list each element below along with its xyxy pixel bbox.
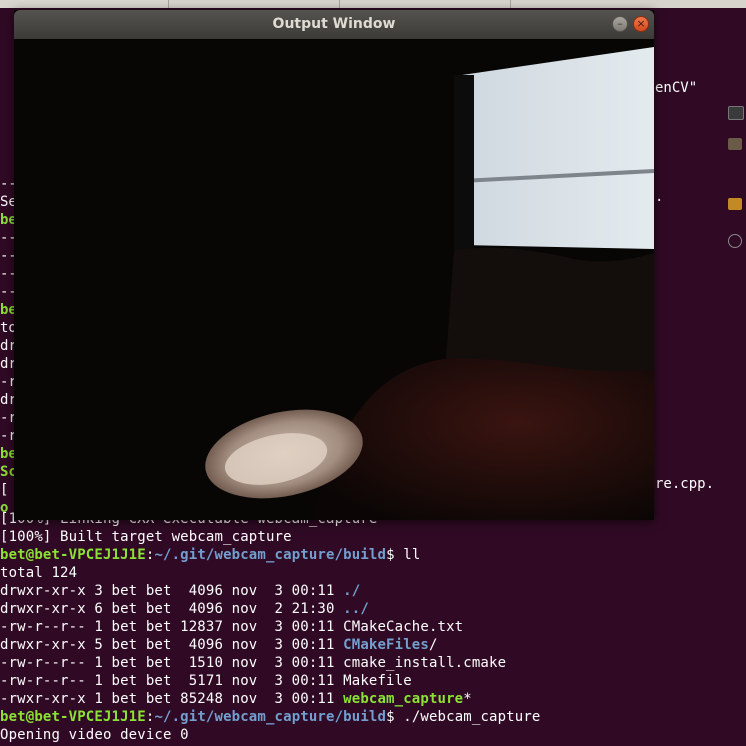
prompt-user: bet@bet-VPCEJ1J1E	[0, 709, 146, 725]
listing-meta: -rw-r--r-- 1 bet bet 5171 nov 3 00:11	[0, 673, 344, 689]
background-tab[interactable]	[340, 0, 511, 8]
close-icon: ×	[636, 17, 646, 30]
listing-suffix: *	[463, 691, 472, 707]
listing-name: ./	[343, 583, 361, 599]
listing-row: -rwxr-xr-x 1 bet bet 85248 nov 3 00:11 w…	[0, 690, 472, 708]
terminal-partial-text: [	[0, 482, 9, 498]
listing-meta: -rw-r--r-- 1 bet bet 12837 nov 3 00:11	[0, 619, 344, 635]
terminal-partial-text: .	[655, 189, 664, 205]
listing-name: cmake_install.cmake	[343, 655, 507, 671]
prompt-command: $ ./webcam_capture	[386, 709, 541, 725]
disc-icon[interactable]	[728, 234, 742, 248]
output-text: [100%] Built target webcam_capture	[0, 529, 292, 545]
output-line: [100%] Built target webcam_capture	[0, 528, 292, 546]
listing-row: -rw-r--r-- 1 bet bet 12837 nov 3 00:11 C…	[0, 618, 463, 636]
prompt-path: ~/.git/webcam_capture/build	[154, 709, 387, 725]
listing-row: drwxr-xr-x 6 bet bet 4096 nov 2 21:30 ..…	[0, 600, 369, 618]
listing-row: drwxr-xr-x 3 bet bet 4096 nov 3 00:11 ./	[0, 582, 360, 600]
listing-meta: -rw-r--r-- 1 bet bet 1510 nov 3 00:11	[0, 655, 344, 671]
prompt-line: bet@bet-VPCEJ1J1E:~/.git/webcam_capture/…	[0, 546, 420, 564]
listing-meta: drwxr-xr-x 5 bet bet 4096 nov 3 00:11	[0, 637, 344, 653]
listing-row: -rw-r--r-- 1 bet bet 5171 nov 3 00:11 Ma…	[0, 672, 412, 690]
listing-name: webcam_capture	[343, 691, 464, 707]
prompt-user: bet@bet-VPCEJ1J1E	[0, 547, 146, 563]
output-text: total 124	[0, 565, 78, 581]
listing-suffix: /	[428, 637, 438, 653]
terminal-partial-text: enCV"	[655, 80, 698, 96]
minimize-button[interactable]: –	[612, 16, 628, 32]
background-tab[interactable]	[169, 0, 340, 8]
output-text: Opening video device 0	[0, 727, 189, 743]
listing-row: drwxr-xr-x 5 bet bet 4096 nov 3 00:11 CM…	[0, 636, 438, 654]
prompt-path: ~/.git/webcam_capture/build	[154, 547, 387, 563]
listing-meta: drwxr-xr-x 6 bet bet 4096 nov 2 21:30	[0, 601, 344, 617]
close-button[interactable]: ×	[633, 16, 649, 32]
listing-name: ../	[343, 601, 369, 617]
desktop-edge-icons	[722, 104, 746, 264]
prompt-command: $ ll	[386, 547, 421, 563]
file-icon[interactable]	[728, 106, 744, 120]
window-title: Output Window	[272, 16, 396, 32]
terminal-partial-text: re.cpp.	[655, 476, 715, 492]
output-window[interactable]: Output Window – ×	[14, 10, 654, 520]
listing-name: Makefile	[343, 673, 412, 689]
listing-meta: -rwxr-xr-x 1 bet bet 85248 nov 3 00:11	[0, 691, 344, 707]
listing-row: -rw-r--r-- 1 bet bet 1510 nov 3 00:11 cm…	[0, 654, 506, 672]
listing-name: CMakeCache.txt	[343, 619, 464, 635]
window-titlebar[interactable]: Output Window – ×	[14, 10, 654, 39]
minimize-icon: –	[617, 17, 623, 30]
webcam-image	[14, 39, 654, 520]
folder-icon[interactable]	[728, 138, 742, 150]
archive-icon[interactable]	[728, 198, 742, 210]
output-line: total 124	[0, 564, 77, 582]
listing-name: CMakeFiles	[343, 637, 429, 653]
prompt-line: bet@bet-VPCEJ1J1E:~/.git/webcam_capture/…	[0, 708, 541, 726]
background-tab[interactable]	[0, 0, 169, 8]
background-tab[interactable]	[511, 0, 746, 8]
listing-meta: drwxr-xr-x 3 bet bet 4096 nov 3 00:11	[0, 583, 344, 599]
webcam-frame	[14, 39, 654, 520]
output-line: Opening video device 0	[0, 726, 189, 744]
